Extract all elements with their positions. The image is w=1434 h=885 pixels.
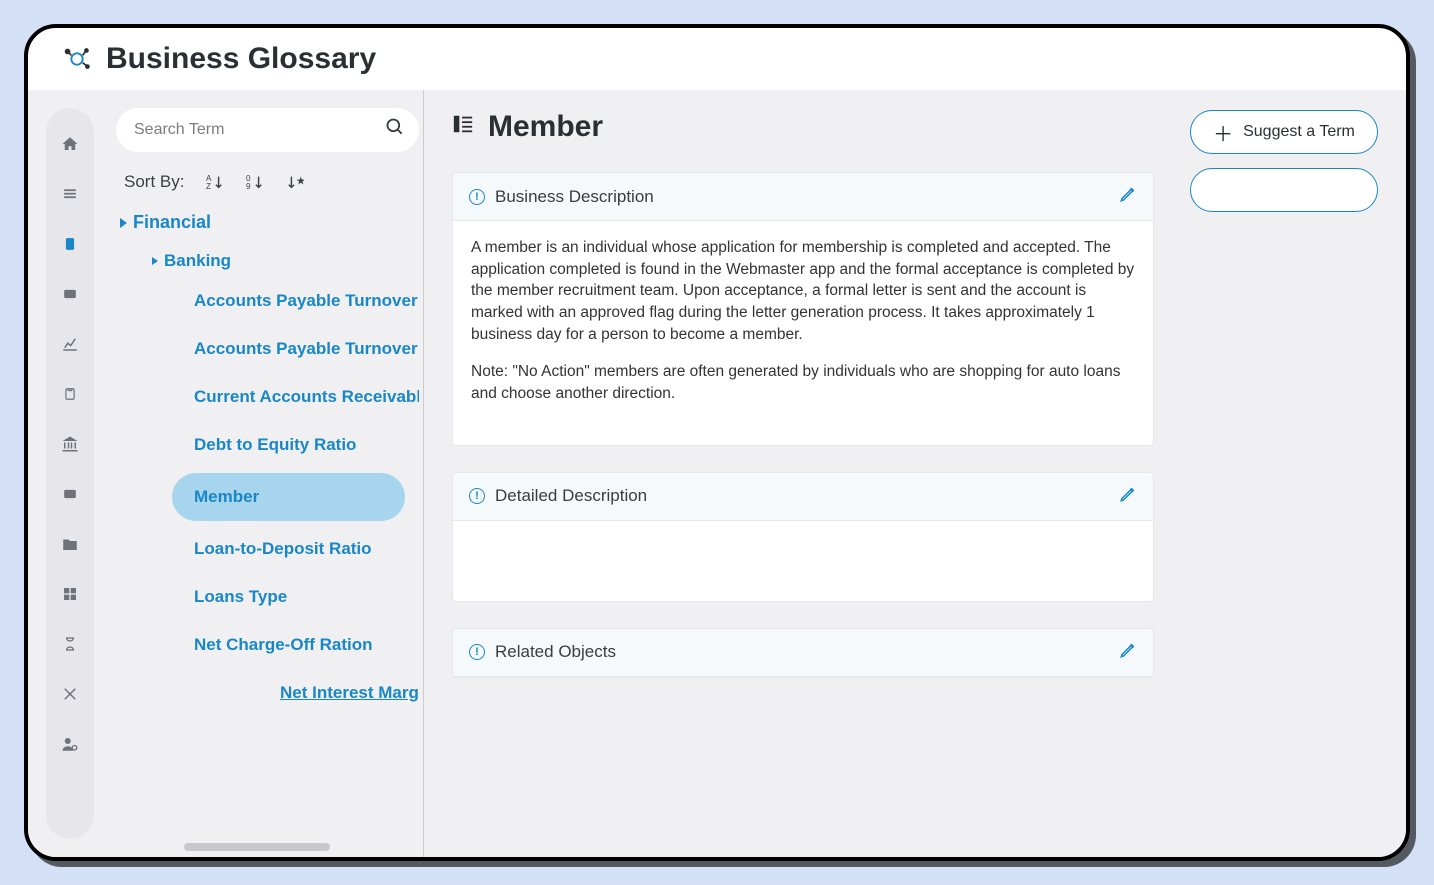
action-panel: ＋ Suggest a Term xyxy=(1190,110,1378,837)
section-title: Related Objects xyxy=(495,642,616,662)
tree-item[interactable]: Accounts Payable Turnover xyxy=(116,325,419,373)
id-icon[interactable] xyxy=(60,484,80,504)
suggest-term-button[interactable]: ＋ Suggest a Term xyxy=(1190,110,1378,154)
list-icon[interactable] xyxy=(60,184,80,204)
tree-item[interactable]: Loans Type xyxy=(116,573,419,621)
grid-icon[interactable] xyxy=(60,584,80,604)
tree-item[interactable]: Loan-to-Deposit Ratio xyxy=(116,525,419,573)
book-icon[interactable] xyxy=(60,234,80,254)
section-body: A member is an individual whose applicat… xyxy=(453,221,1153,445)
suggest-term-label: Suggest a Term xyxy=(1243,123,1355,141)
search-input[interactable] xyxy=(116,108,419,152)
app-frame: Business Glossary Sort By: AZ 09 xyxy=(24,24,1410,861)
svg-text:9: 9 xyxy=(246,182,251,191)
section-body xyxy=(453,521,1153,601)
nav-rail xyxy=(46,108,94,839)
sidebar: Sort By: AZ 09 ★ Financial Banki xyxy=(104,90,424,857)
tree: Financial Banking Accounts Payable Turno… xyxy=(116,204,419,857)
sort-label: Sort By: xyxy=(124,172,184,192)
edit-icon[interactable] xyxy=(1119,185,1137,208)
section-detailed-description: ! Detailed Description xyxy=(452,472,1154,602)
section-header: ! Related Objects xyxy=(453,629,1153,677)
search-wrap xyxy=(116,108,419,152)
bank-icon[interactable] xyxy=(60,434,80,454)
section-title: Business Description xyxy=(495,187,654,207)
tree-item[interactable]: Accounts Payable Turnover xyxy=(116,277,419,325)
svg-text:★: ★ xyxy=(296,176,304,188)
plus-icon: ＋ xyxy=(1213,118,1233,147)
svg-text:Z: Z xyxy=(206,182,211,191)
user-settings-icon[interactable] xyxy=(60,734,80,754)
app-body: Sort By: AZ 09 ★ Financial Banki xyxy=(28,90,1406,857)
section-header: ! Detailed Description xyxy=(453,473,1153,521)
chart-icon[interactable] xyxy=(60,334,80,354)
section-business-description: ! Business Description A member is an in… xyxy=(452,172,1154,446)
clipboard-icon[interactable] xyxy=(60,384,80,404)
edit-icon[interactable] xyxy=(1119,485,1137,508)
tree-subcategory-label: Banking xyxy=(164,251,231,271)
section-title: Detailed Description xyxy=(495,486,647,506)
tree-item[interactable]: Net Interest Margin xyxy=(116,669,419,717)
info-icon: ! xyxy=(469,644,485,660)
search-icon[interactable] xyxy=(385,117,405,143)
tree-item[interactable]: Net Charge-Off Ration xyxy=(116,621,419,669)
home-icon[interactable] xyxy=(60,134,80,154)
section-header: ! Business Description xyxy=(453,173,1153,221)
sort-numeric-icon[interactable]: 09 xyxy=(246,173,264,191)
folder-icon[interactable] xyxy=(60,534,80,554)
tree-item[interactable]: Member xyxy=(172,473,405,521)
app-logo-icon xyxy=(60,42,94,76)
main-content: Member ! Business Description A member i… xyxy=(452,110,1154,837)
caret-icon xyxy=(120,218,127,228)
tree-category-label: Financial xyxy=(133,212,211,233)
tree-item[interactable]: Debt to Equity Ratio xyxy=(116,421,419,469)
description-paragraph: Note: "No Action" members are often gene… xyxy=(471,361,1135,404)
caret-icon xyxy=(152,257,158,265)
glossary-term-icon xyxy=(452,113,474,142)
tree-item[interactable]: Current Accounts Receivable xyxy=(116,373,419,421)
header: Business Glossary xyxy=(28,28,1406,90)
secondary-action-button[interactable] xyxy=(1190,168,1378,212)
note-icon[interactable] xyxy=(60,284,80,304)
info-icon: ! xyxy=(469,488,485,504)
sort-star-icon[interactable]: ★ xyxy=(286,173,304,191)
tools-icon[interactable] xyxy=(60,684,80,704)
app-title: Business Glossary xyxy=(106,42,376,76)
tree-subcategory-banking[interactable]: Banking xyxy=(116,241,419,277)
horizontal-scrollbar[interactable] xyxy=(184,843,409,851)
info-icon: ! xyxy=(469,189,485,205)
section-related-objects: ! Related Objects xyxy=(452,628,1154,678)
page-title-row: Member xyxy=(452,110,1154,144)
sort-alpha-icon[interactable]: AZ xyxy=(206,173,224,191)
sort-row: Sort By: AZ 09 ★ xyxy=(116,168,419,204)
tree-category-financial[interactable]: Financial xyxy=(116,204,419,241)
description-paragraph: A member is an individual whose applicat… xyxy=(471,237,1135,345)
edit-icon[interactable] xyxy=(1119,641,1137,664)
page-title: Member xyxy=(488,110,603,144)
hourglass-icon[interactable] xyxy=(60,634,80,654)
main: Member ! Business Description A member i… xyxy=(424,90,1406,857)
